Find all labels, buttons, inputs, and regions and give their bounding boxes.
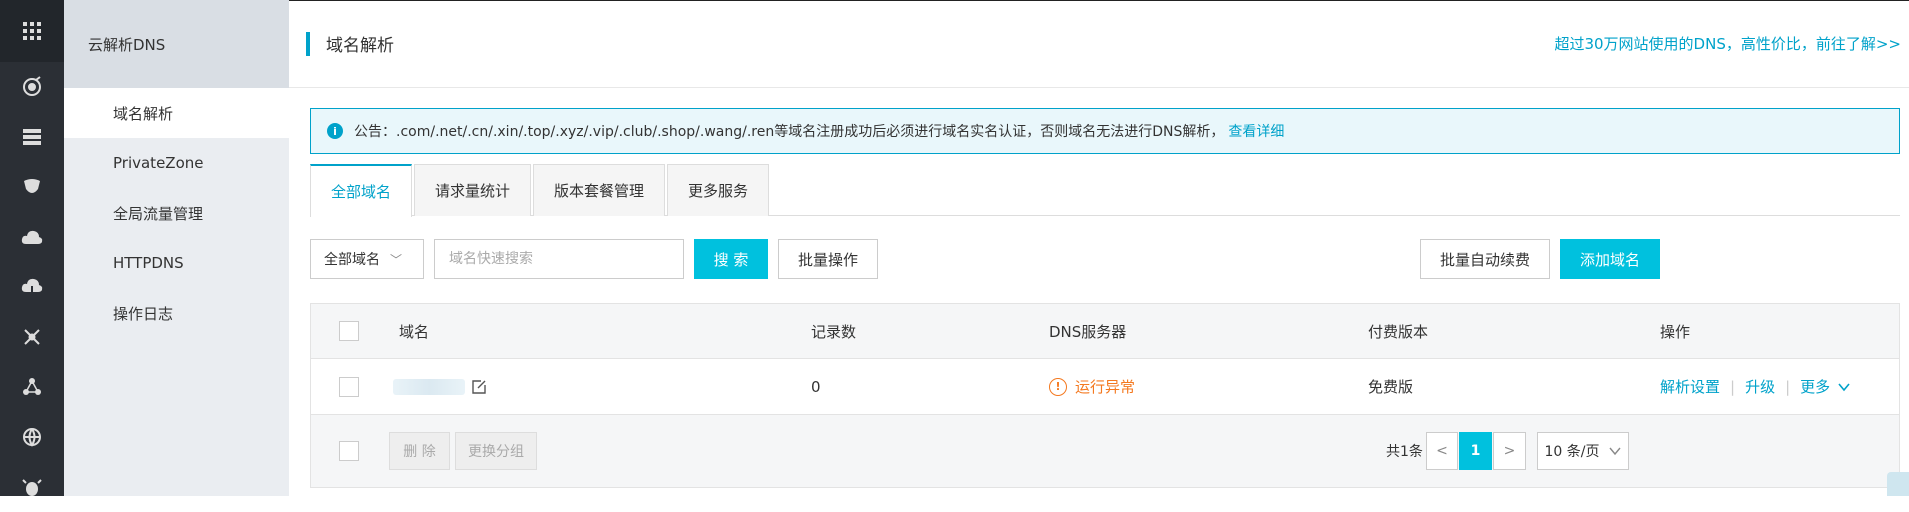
corner-widget[interactable]: [1887, 472, 1909, 496]
sidebar: 云解析DNS 域名解析 PrivateZone 全局流量管理 HTTPDNS 操…: [64, 0, 289, 496]
page-header: 域名解析 超过30万网站使用的DNS，高性价比，前往了解>>: [289, 0, 1909, 88]
row-checkbox[interactable]: [339, 376, 359, 397]
select-all-checkbox[interactable]: [339, 321, 359, 341]
domain-search-input[interactable]: [434, 239, 684, 279]
tab-all-domains[interactable]: 全部域名: [310, 164, 413, 217]
page-title: 域名解析: [326, 36, 394, 56]
rail-item-network[interactable]: [0, 312, 64, 362]
footer-select-checkbox[interactable]: [339, 441, 359, 461]
tab-request-stats[interactable]: 请求量统计: [414, 164, 532, 216]
edit-icon[interactable]: [471, 379, 487, 395]
domain-name-redacted[interactable]: [393, 378, 465, 395]
main-content: 域名解析 超过30万网站使用的DNS，高性价比，前往了解>> i 公告：.com…: [289, 0, 1909, 496]
globe-icon: [23, 428, 41, 447]
rail-item-security[interactable]: [0, 162, 64, 212]
domain-filter-select[interactable]: 全部域名 ﹀: [310, 239, 424, 279]
batch-operations-button[interactable]: 批量操作: [778, 239, 878, 279]
nodes-icon: [23, 378, 41, 395]
batch-auto-renew-button[interactable]: 批量自动续费: [1420, 239, 1550, 279]
add-domain-button[interactable]: 添加域名: [1560, 239, 1660, 279]
product-rail: [0, 0, 64, 496]
more-actions-link[interactable]: 更多: [1800, 376, 1850, 397]
table-header: 域名 记录数 DNS服务器 付费版本 操作: [311, 304, 1899, 359]
rail-item-cloud-up[interactable]: [0, 212, 64, 262]
plan-version: 免费版: [1368, 378, 1414, 396]
tab-plan-management[interactable]: 版本套餐管理: [533, 164, 666, 216]
sidebar-item-domain-resolution[interactable]: 域名解析: [64, 88, 289, 138]
tab-more-services[interactable]: 更多服务: [667, 164, 770, 216]
rail-item-cloud-down[interactable]: [0, 262, 64, 312]
cloud-upload-icon: [21, 230, 43, 244]
delete-button[interactable]: 删 除: [389, 432, 450, 470]
column-header-dns-server: DNS服务器: [1049, 322, 1127, 341]
server-icon: [23, 129, 41, 145]
column-header-plan: 付费版本: [1368, 322, 1429, 341]
column-header-records: 记录数: [811, 322, 857, 341]
domain-table: 域名 记录数 DNS服务器 付费版本 操作 0 ! 运行异常 免费版 解析设置: [310, 303, 1900, 488]
grid-icon: [23, 22, 41, 40]
promo-link[interactable]: 超过30万网站使用的DNS，高性价比，前往了解>>: [1554, 33, 1901, 54]
column-header-actions: 操作: [1660, 322, 1691, 341]
sidebar-item-operation-log[interactable]: 操作日志: [64, 288, 289, 338]
announcement-banner: i 公告：.com/.net/.cn/.xin/.top/.xyz/.vip/.…: [310, 108, 1900, 154]
warning-icon: !: [1049, 377, 1067, 396]
rail-item-nodes[interactable]: [0, 362, 64, 412]
domain-filter-value: 全部域名: [324, 252, 380, 268]
record-count: 0: [811, 377, 821, 396]
sidebar-item-global-traffic[interactable]: 全局流量管理: [64, 188, 289, 238]
network-icon: [24, 329, 40, 345]
change-group-button[interactable]: 更换分组: [455, 432, 537, 470]
rail-item-globe[interactable]: [0, 412, 64, 462]
rail-item-server[interactable]: [0, 112, 64, 162]
view-details-link[interactable]: 查看详细: [1228, 121, 1284, 141]
bug-icon: [22, 479, 42, 496]
title-accent-bar: [306, 31, 310, 56]
cloud-download-icon: [21, 278, 43, 295]
dns-settings-link[interactable]: 解析设置: [1660, 376, 1720, 397]
chevron-down-icon: [1609, 447, 1622, 456]
column-header-domain: 域名: [399, 322, 430, 341]
rail-item-bug[interactable]: [0, 462, 64, 512]
grid-menu-button[interactable]: [0, 0, 64, 62]
table-footer: 删 除 更换分组 共1条 < 1 > 10 条/页: [311, 415, 1899, 487]
upgrade-link[interactable]: 升级: [1745, 376, 1775, 397]
table-row: 0 ! 运行异常 免费版 解析设置 | 升级 | 更多: [311, 359, 1899, 415]
rail-item-dns[interactable]: [0, 62, 64, 112]
next-page-button[interactable]: >: [1493, 432, 1526, 470]
dns-status-text: 运行异常: [1075, 378, 1136, 396]
current-page[interactable]: 1: [1459, 432, 1492, 470]
shield-icon: [24, 179, 40, 193]
page-size-select[interactable]: 10 条/页: [1537, 432, 1629, 470]
announcement-text: 公告：.com/.net/.cn/.xin/.top/.xyz/.vip/.cl…: [354, 124, 1225, 140]
dns-icon: [23, 76, 41, 96]
sidebar-item-httpdns[interactable]: HTTPDNS: [64, 238, 289, 288]
prev-page-button[interactable]: <: [1426, 432, 1458, 470]
chevron-down-icon: [1838, 383, 1850, 392]
dns-status: ! 运行异常: [1049, 376, 1135, 397]
total-count: 共1条: [1386, 444, 1423, 460]
sidebar-item-privatezone[interactable]: PrivateZone: [64, 138, 289, 188]
chevron-down-icon: ﹀: [390, 252, 403, 267]
toolbar: 全部域名 ﹀ 搜 索 批量操作 批量自动续费 添加域名: [310, 239, 1900, 279]
search-button[interactable]: 搜 索: [694, 239, 768, 279]
sidebar-title: 云解析DNS: [64, 0, 289, 88]
info-icon: i: [327, 123, 343, 139]
tab-bar: 全部域名 请求量统计 版本套餐管理 更多服务: [310, 164, 1900, 217]
